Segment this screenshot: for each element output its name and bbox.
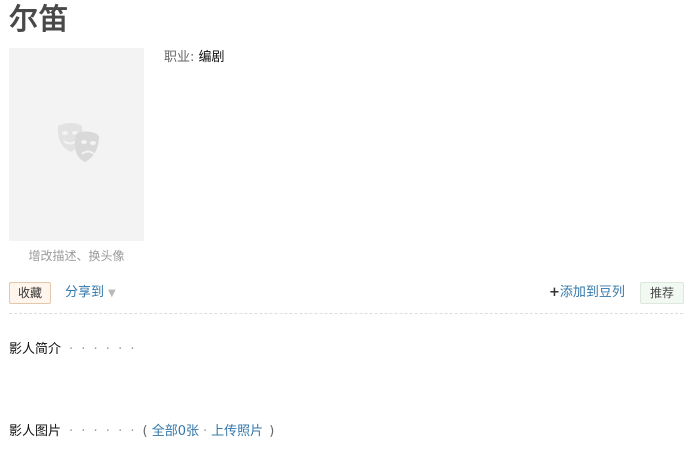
recommend-button[interactable]: 推荐 (640, 282, 684, 304)
profession-info: 职业: 编剧 (164, 49, 225, 67)
add-to-doulist-link[interactable]: +添加到豆列 (549, 283, 625, 303)
collect-button[interactable]: 收藏 (9, 282, 52, 304)
intro-section-heading: 影人简介 · · · · · · (9, 341, 136, 359)
page-title: 尔笛 (9, 2, 70, 36)
photos-paren-close: ) (269, 424, 275, 439)
photos-separator: · (202, 424, 208, 439)
profession-label: 职业: (164, 50, 195, 65)
photos-dots: · · · · · · (69, 424, 137, 439)
add-doulist-label: 添加到豆列 (559, 285, 625, 300)
upload-photo-link[interactable]: 上传照片 (211, 424, 263, 439)
intro-title: 影人简介 (9, 342, 62, 357)
intro-dots: · · · · · · (69, 342, 137, 357)
celebrity-photo-placeholder[interactable] (9, 48, 144, 241)
profession-value: 编剧 (198, 50, 225, 65)
theater-masks-icon (57, 123, 99, 162)
photos-paren-open: ( (142, 424, 148, 439)
caret-down-icon: ▼ (108, 288, 116, 299)
plus-icon: + (549, 285, 560, 300)
photos-section-heading: 影人图片 · · · · · · ( 全部0张 · 上传照片 ) (9, 423, 274, 441)
photos-title: 影人图片 (9, 424, 62, 439)
edit-description-link[interactable]: 增改描述、换头像 (9, 247, 144, 265)
divider (9, 313, 683, 314)
share-label: 分享到 (65, 285, 105, 300)
share-dropdown[interactable]: 分享到 ▼ (65, 283, 116, 304)
all-photos-link[interactable]: 全部0张 (152, 424, 199, 439)
